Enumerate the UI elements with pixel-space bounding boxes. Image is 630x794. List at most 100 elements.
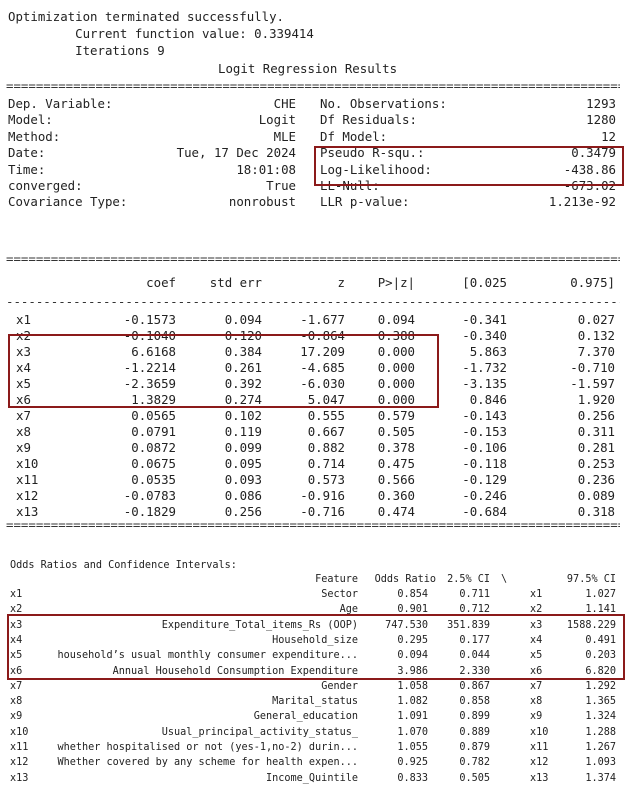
odds-ratio-value: 1.058	[397, 680, 428, 692]
row-index: x10	[10, 726, 29, 738]
ci-lower-value: 351.839	[447, 619, 490, 631]
info-value: MLE	[273, 128, 296, 144]
feature-name: Usual_principal_activity_status_	[161, 726, 358, 738]
info-label: converged:	[8, 178, 83, 193]
row-index: x13	[10, 772, 29, 784]
feature-name: Household_size	[272, 634, 358, 646]
ci-upper-value: 1.141	[585, 604, 616, 616]
row-index: x9	[530, 711, 543, 723]
table-cell: 0.256	[224, 504, 262, 519]
feature-name: Whether covered by any scheme for health…	[57, 757, 358, 769]
info-value: Logit	[258, 112, 296, 128]
odds-ratio-value: 0.833	[397, 772, 428, 784]
info-label: Df Model:	[320, 128, 388, 144]
odds-title: Odds Ratios and Confidence Intervals:	[10, 560, 237, 571]
row-index: x8	[530, 696, 543, 708]
column-header: 97.5% CI	[566, 574, 616, 585]
ci-upper-value: 1.267	[585, 742, 616, 753]
odds-ratio-value: 1.082	[397, 696, 428, 708]
odds-ratio-value: 0.925	[397, 757, 428, 769]
info-label: Dep. Variable:	[8, 96, 113, 111]
row-index: x1	[530, 589, 543, 600]
iterations-line: Iterations 9	[8, 43, 165, 58]
row-index: x6	[530, 665, 543, 677]
info-value: 1293	[586, 96, 616, 111]
info-label: Df Residuals:	[320, 112, 417, 128]
info-value: 12	[601, 128, 616, 144]
ci-upper-value: 1.374	[585, 772, 616, 784]
info-value: CHE	[273, 96, 296, 111]
row-index: x4	[10, 634, 23, 646]
row-index: x1	[10, 589, 23, 600]
ci-lower-value: 0.879	[459, 742, 490, 753]
row-index: x5	[530, 650, 543, 662]
row-index: x7	[10, 680, 23, 692]
odds-ratio-value: 0.295	[397, 634, 428, 646]
separator-line: ========================================…	[6, 81, 620, 90]
row-index: x11	[530, 742, 549, 753]
info-label: LLR p-value:	[320, 194, 410, 210]
feature-name: Income_Quintile	[265, 772, 358, 784]
ci-lower-value: 0.899	[459, 711, 490, 723]
row-index: x8	[10, 696, 23, 708]
feature-name: Expenditure_Total_items_Rs (OOP)	[161, 619, 358, 631]
odds-ratio-panel: Odds Ratios and Confidence Intervals: Fe…	[0, 552, 630, 794]
column-header: std err	[209, 275, 262, 290]
ci-upper-value: 1.292	[585, 680, 616, 692]
info-value: 18:01:08	[236, 161, 296, 177]
ci-lower-value: 0.712	[459, 604, 490, 616]
table-cell: -0.1829	[123, 504, 176, 519]
info-label: Covariance Type:	[8, 194, 128, 210]
info-value: -438.86	[563, 161, 616, 177]
feature-name: whether hospitalised or not (yes-1,no-2)…	[57, 742, 358, 753]
row-index: x3	[530, 619, 543, 631]
odds-ratio-value: 0.094	[397, 650, 428, 662]
column-header: 0.975]	[570, 275, 615, 290]
variable-name: x13	[16, 504, 39, 519]
ci-lower-value: 0.044	[459, 650, 490, 662]
info-value: -673.02	[563, 178, 616, 193]
info-label: No. Observations:	[320, 96, 447, 111]
row-index: x4	[530, 634, 543, 646]
ci-lower-value: 0.711	[459, 589, 490, 600]
column-header: 2.5% CI	[447, 574, 490, 585]
ci-lower-value: 0.505	[459, 772, 490, 784]
info-label: Pseudo R-squ.:	[320, 145, 425, 161]
column-header: Odds Ratio	[374, 574, 436, 585]
row-index: x3	[10, 619, 23, 631]
table-cell: -0.684	[462, 504, 507, 519]
feature-name: General_education	[253, 711, 358, 723]
info-label: Method:	[8, 128, 61, 144]
feature-name: Annual Household Consumption Expenditure	[112, 665, 358, 677]
info-label: Log-Likelihood:	[320, 161, 432, 177]
column-header: P>|z|	[377, 275, 415, 290]
odds-ratio-value: 747.530	[385, 619, 428, 631]
info-value: nonrobust	[228, 194, 296, 210]
table-cell: 0.474	[377, 504, 415, 519]
column-header: coef	[146, 275, 176, 290]
ci-upper-value: 0.203	[585, 650, 616, 662]
separator-line: ========================================…	[6, 520, 620, 529]
coefficient-table-panel: ========================================…	[0, 244, 630, 542]
optimization-status: Optimization terminated successfully.	[8, 9, 285, 24]
row-index: x10	[530, 726, 549, 738]
ci-upper-value: 1.027	[585, 589, 616, 600]
ci-upper-value: 1.365	[585, 696, 616, 708]
ci-upper-value: 1588.229	[566, 619, 616, 631]
feature-name: Marital_status	[272, 696, 358, 708]
ci-lower-value: 0.782	[459, 757, 490, 769]
ci-upper-value: 1.324	[585, 711, 616, 723]
regression-summary-panel: Optimization terminated successfully. Cu…	[0, 0, 630, 232]
function-value-line: Current function value: 0.339414	[8, 26, 314, 41]
info-label: Date:	[8, 145, 46, 161]
odds-ratio-value: 1.091	[397, 711, 428, 723]
odds-ratio-value: 3.986	[397, 665, 428, 677]
odds-ratio-value: 0.854	[397, 589, 428, 600]
feature-name: Age	[339, 604, 358, 616]
ci-upper-value: 1.093	[585, 757, 616, 769]
odds-ratio-value: 1.070	[397, 726, 428, 738]
row-index: x5	[10, 650, 23, 662]
info-label: Model:	[8, 112, 53, 128]
info-value: 1.213e-92	[548, 194, 616, 210]
ci-lower-value: 2.330	[459, 665, 490, 677]
